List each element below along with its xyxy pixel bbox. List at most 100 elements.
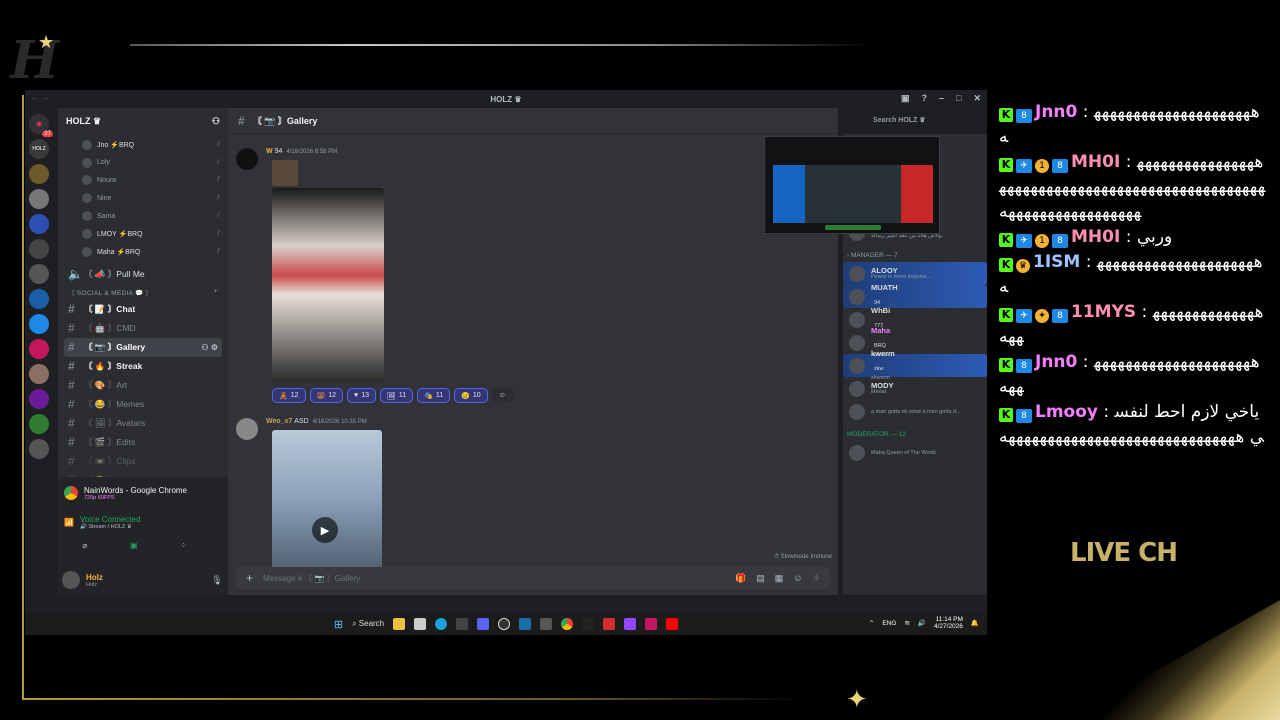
gallery-video[interactable]: ▶ <box>272 430 382 570</box>
edge-icon[interactable] <box>435 618 448 630</box>
server-icon[interactable] <box>29 414 49 434</box>
channel-item[interactable]: # 〘 📝 〙Chat <box>64 300 222 319</box>
maximize-button[interactable]: □ <box>956 93 961 104</box>
gif-icon[interactable]: ▤ <box>756 573 765 584</box>
member-item[interactable]: MUATH 94 <box>843 284 987 308</box>
channel-item[interactable]: # 〘 🎬 〙Edits <box>64 433 222 452</box>
steam-icon[interactable] <box>519 618 532 630</box>
stream-preview-popout[interactable] <box>764 136 940 234</box>
taskbar-app-icon[interactable] <box>540 618 553 630</box>
channel-item[interactable]: # 〘 😂 〙Memes <box>64 395 222 414</box>
search-input[interactable]: Search HOLZ ♛⌕ <box>867 112 987 128</box>
member-item[interactable]: Maha Queen of The World <box>843 441 987 464</box>
voice-user[interactable]: Jno ⚡BRQ ⫽ <box>64 136 222 154</box>
server-holz[interactable]: HOLZ <box>29 139 49 159</box>
wifi-icon[interactable]: ≋ <box>904 619 909 627</box>
server-icon[interactable] <box>29 214 49 234</box>
notification-icon[interactable]: 🔔 <box>971 619 979 627</box>
message-author[interactable]: W 94 4/16/2026 8:58 PM <box>266 148 337 155</box>
server-icon[interactable] <box>29 189 49 209</box>
voice-user[interactable]: Loly ⫽ <box>64 154 222 172</box>
add-member-icon[interactable]: ⚇ <box>212 116 220 127</box>
play-icon[interactable]: ▶ <box>312 517 338 543</box>
member-item[interactable]: MODY Medal <box>843 377 987 400</box>
member-item[interactable]: Maha BRQ In voice <box>843 327 987 358</box>
message-composer[interactable]: + Message # 〘 📷 〙Gallery 🎁 ▤ ▦ ☺ ⁘ <box>236 567 830 589</box>
server-icon[interactable] <box>29 339 49 359</box>
channel-item[interactable]: # 〘 🎨 〙Art <box>64 376 222 395</box>
close-button[interactable]: ✕ <box>973 93 981 104</box>
inbox-icon[interactable]: ▣ <box>901 93 910 104</box>
discord-taskbar-icon[interactable] <box>477 618 490 630</box>
voice-user[interactable]: Noura ⫽ <box>64 172 222 190</box>
reaction-button[interactable]: 😢 10 <box>454 388 488 403</box>
reaction-button[interactable]: 🖼 11 <box>379 388 414 403</box>
server-icon[interactable] <box>29 239 49 259</box>
server-icon[interactable] <box>29 389 49 409</box>
voice-user[interactable]: LMOY ⚡BRQ ⫽ <box>64 225 222 243</box>
camera-icon[interactable]: ⌀ <box>82 541 87 550</box>
clock[interactable]: 11:14 PM 4/27/2026 <box>934 616 963 630</box>
emoji-icon[interactable]: ☺ <box>793 573 802 584</box>
chevron-up-icon[interactable]: ⌃ <box>869 619 874 627</box>
taskbar-search[interactable]: ⌕ Search <box>352 619 384 629</box>
adobe-icon[interactable] <box>603 618 616 630</box>
activities-icon[interactable]: ⁘ <box>180 541 187 550</box>
guild-header[interactable]: HOLZ ♛ ⚇ <box>58 108 228 134</box>
twitch-icon[interactable] <box>624 618 637 630</box>
reaction-button[interactable]: ♥ 13 <box>347 388 376 403</box>
channel-item[interactable]: # 〘 🖼 〙Avatars <box>64 414 222 433</box>
help-icon[interactable]: ? <box>922 93 928 104</box>
reaction-button[interactable]: 🎭 11 <box>417 388 451 403</box>
avatar[interactable] <box>236 148 258 170</box>
channel-item[interactable]: # 〘 🤖 〙CMD <box>64 319 222 338</box>
message-author[interactable]: Weo_x7 ASD 4/16/2026 10:35 PM <box>266 418 367 425</box>
server-icon[interactable] <box>29 439 49 459</box>
category-social-media[interactable]: 〘 SOCIAL & MEDIA 💬 〙 + <box>64 284 222 300</box>
avatar[interactable] <box>62 571 80 589</box>
windows-start-icon[interactable]: ⊞ <box>334 618 343 631</box>
server-icon[interactable] <box>29 314 49 334</box>
screen-share-icon[interactable]: ▣ <box>130 541 138 550</box>
server-icon[interactable] <box>29 164 49 184</box>
minimize-button[interactable]: – <box>939 93 944 104</box>
channel-item[interactable]: # 〘 🔥 〙Streak <box>64 357 222 376</box>
voice-channel-pull-me[interactable]: 🔈 〘 📣 〙Pull Me <box>64 265 222 284</box>
voice-user[interactable]: Nine ⫽ <box>64 189 222 207</box>
member-item[interactable]: ALOOY Peace is more importa... <box>843 262 987 285</box>
channel-item[interactable]: # 〘 📼 〙Clips <box>64 452 222 471</box>
channel-item[interactable]: # 〘 📷 〙Gallery ⚇ ⚙ <box>64 337 222 357</box>
server-icon[interactable] <box>29 289 49 309</box>
member-item[interactable]: kwerm zkw zkwerm <box>843 350 987 381</box>
gallery-photo[interactable] <box>272 188 384 382</box>
mic-icon[interactable]: 🎙 <box>211 575 222 586</box>
gift-icon[interactable]: 🎁 <box>735 573 746 584</box>
calculator-icon[interactable] <box>456 618 469 630</box>
sticker-icon[interactable]: ▦ <box>775 573 784 584</box>
chrome-taskbar-icon[interactable] <box>561 618 574 630</box>
youtube-icon[interactable] <box>666 618 679 630</box>
server-icon[interactable] <box>29 264 49 284</box>
file-explorer-icon[interactable] <box>393 618 406 630</box>
store-icon[interactable] <box>414 618 427 630</box>
plus-icon[interactable]: + <box>246 571 253 585</box>
reaction-button[interactable]: 🐻 12 <box>309 388 344 403</box>
channel-settings-icon[interactable]: ⚇ ⚙ <box>201 343 218 352</box>
back-icon[interactable]: ← → <box>31 93 49 102</box>
capcut-icon[interactable] <box>582 618 595 630</box>
avatar[interactable] <box>236 418 258 440</box>
volume-icon[interactable]: 🔊 <box>918 619 926 627</box>
voice-user[interactable]: Sama ⫽ <box>64 207 222 225</box>
server-icon[interactable] <box>29 364 49 384</box>
add-reaction-icon[interactable]: ☺ <box>491 388 513 403</box>
direct-messages-button[interactable]: ◉ 27 <box>29 114 53 137</box>
add-channel-icon[interactable]: + <box>214 288 218 295</box>
reaction-button[interactable]: 🧸 12 <box>272 388 306 403</box>
voice-user[interactable]: Maha ⚡BRQ ⫽ <box>64 243 222 261</box>
small-image[interactable] <box>272 160 298 186</box>
taskbar-app-icon[interactable] <box>645 618 658 630</box>
member-item[interactable]: a man gotta do what a man gotta d... <box>843 400 987 423</box>
member-item[interactable]: WhBi 777 <box>843 307 987 331</box>
obs-icon[interactable] <box>498 618 511 630</box>
language-indicator[interactable]: ENG <box>882 620 896 627</box>
